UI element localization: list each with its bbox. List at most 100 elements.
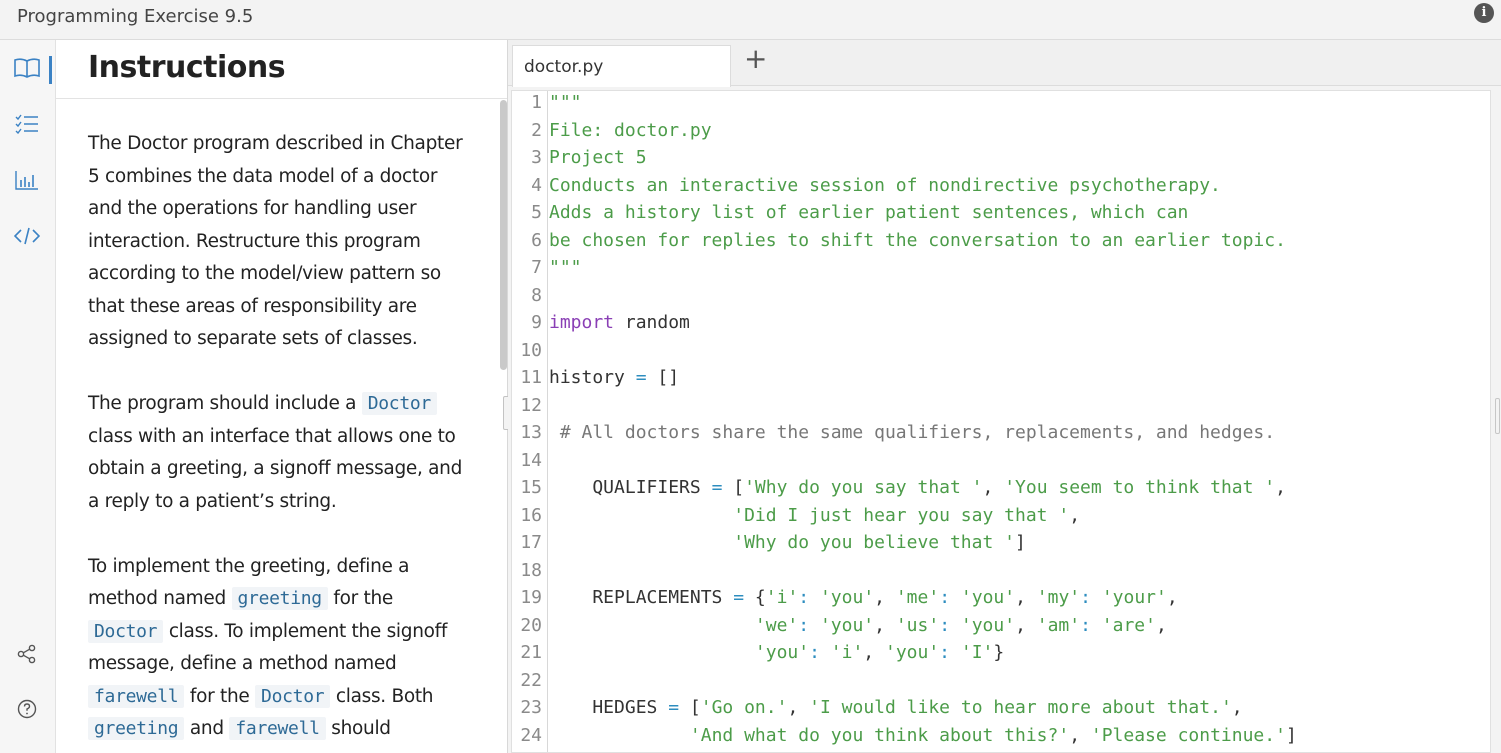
code-text: 'we': 'you', 'us': 'you', 'am': 'are', [549, 612, 1167, 640]
instructions-heading: Instructions [88, 50, 285, 85]
code-area[interactable]: 1"""2File: doctor.py3Project 54Conducts … [511, 90, 1491, 753]
code-line[interactable]: 15 QUALIFIERS = ['Why do you say that ',… [512, 474, 1491, 502]
line-number: 10 [512, 337, 542, 365]
inline-code: Doctor [255, 685, 330, 708]
code-line[interactable]: 18 [512, 557, 1491, 585]
code-line[interactable]: 5Adds a history list of earlier patient … [512, 199, 1491, 227]
line-number: 3 [512, 144, 542, 172]
line-number: 4 [512, 172, 542, 200]
bar-chart-icon[interactable] [0, 162, 54, 198]
code-text: QUALIFIERS = ['Why do you say that ', 'Y… [549, 474, 1286, 502]
code-line[interactable]: 11history = [] [512, 364, 1491, 392]
line-number: 18 [512, 557, 542, 585]
inline-code: farewell [88, 685, 184, 708]
code-line[interactable]: 14 [512, 447, 1491, 475]
line-number: 23 [512, 694, 542, 722]
code-text: 'Why do you believe that '] [549, 529, 1026, 557]
code-editor: doctor.py + 1"""2File: doctor.py3Project… [508, 40, 1501, 753]
code-icon[interactable] [0, 218, 54, 254]
line-number: 15 [512, 474, 542, 502]
code-line[interactable]: 2File: doctor.py [512, 117, 1491, 145]
inline-code: Doctor [362, 392, 437, 415]
paragraph-text: for the [184, 686, 255, 707]
code-line[interactable]: 8 [512, 282, 1491, 310]
window-title: Programming Exercise 9.5 [17, 6, 253, 27]
line-number: 2 [512, 117, 542, 145]
code-line[interactable]: 19 REPLACEMENTS = {'i': 'you', 'me': 'yo… [512, 584, 1491, 612]
code-line[interactable]: 24 'And what do you think about this?', … [512, 722, 1491, 750]
code-line[interactable]: 9import random [512, 309, 1491, 337]
instructions-scrollbar[interactable] [500, 100, 507, 370]
line-number: 20 [512, 612, 542, 640]
title-bar: Programming Exercise 9.5 i [0, 0, 1501, 40]
instructions-paragraph-2: The program should include a Doctor clas… [88, 388, 468, 518]
code-line[interactable]: 17 'Why do you believe that '] [512, 529, 1491, 557]
code-line[interactable]: 21 'you': 'i', 'you': 'I'} [512, 639, 1491, 667]
paragraph-text: and [184, 718, 229, 739]
code-text: """ [549, 254, 582, 282]
line-number: 11 [512, 364, 542, 392]
tab-doctor-py[interactable]: doctor.py [512, 45, 731, 87]
code-text: Project 5 [549, 144, 647, 172]
code-line[interactable]: 13 # All doctors share the same qualifie… [512, 419, 1491, 447]
code-line[interactable]: 1 """ [512, 90, 1491, 117]
line-number: 5 [512, 199, 542, 227]
instructions-panel: Instructions The Doctor program describe… [56, 40, 508, 753]
code-text: Conducts an interactive session of nondi… [549, 172, 1221, 200]
code-line[interactable]: 10 [512, 337, 1491, 365]
code-text: Adds a history list of earlier patient s… [549, 199, 1188, 227]
inline-code: greeting [88, 717, 184, 740]
paragraph-text: for the [328, 588, 393, 609]
instructions-paragraph-3: To implement the greeting, define a meth… [88, 551, 468, 746]
tab-label: doctor.py [524, 57, 603, 77]
code-text: import random [549, 309, 690, 337]
inline-code: farewell [229, 717, 325, 740]
line-number: 24 [512, 722, 542, 750]
line-number: 16 [512, 502, 542, 530]
code-text: be chosen for replies to shift the conve… [549, 227, 1286, 255]
info-icon[interactable]: i [1474, 3, 1494, 23]
instructions-paragraph-1: The Doctor program described in Chapter … [88, 128, 468, 356]
paragraph-text: class. Both [330, 686, 433, 707]
paragraph-text: class with an interface that allows one … [88, 426, 462, 512]
code-line[interactable]: 23 HEDGES = ['Go on.', 'I would like to … [512, 694, 1491, 722]
share-icon[interactable] [0, 636, 54, 672]
inline-code: Doctor [88, 620, 163, 643]
line-number: 21 [512, 639, 542, 667]
line-number: 17 [512, 529, 542, 557]
icon-rail [0, 40, 56, 753]
code-text: File: doctor.py [549, 117, 712, 145]
help-icon[interactable] [0, 691, 54, 727]
add-tab-button[interactable]: + [744, 46, 766, 72]
paragraph-text: The program should include a [88, 393, 362, 414]
code-line[interactable]: 7""" [512, 254, 1491, 282]
line-number: 14 [512, 447, 542, 475]
code-line[interactable]: 4Conducts an interactive session of nond… [512, 172, 1491, 200]
paragraph-text: should [326, 718, 391, 739]
code-text: # All doctors share the same qualifiers,… [549, 419, 1275, 447]
inline-code: greeting [232, 587, 328, 610]
code-line[interactable]: 20 'we': 'you', 'us': 'you', 'am': 'are'… [512, 612, 1491, 640]
code-line[interactable]: 16 'Did I just hear you say that ', [512, 502, 1491, 530]
line-number: 7 [512, 254, 542, 282]
code-text: REPLACEMENTS = {'i': 'you', 'me': 'you',… [549, 584, 1178, 612]
line-number: 1 [512, 90, 542, 117]
code-text: 'you': 'i', 'you': 'I'} [549, 639, 1004, 667]
code-text: 'And what do you think about this?', 'Pl… [549, 722, 1297, 750]
line-number: 22 [512, 667, 542, 695]
code-line[interactable]: 12 [512, 392, 1491, 420]
code-text: """ [549, 90, 582, 117]
code-line[interactable]: 6be chosen for replies to shift the conv… [512, 227, 1491, 255]
line-number: 8 [512, 282, 542, 310]
line-number: 12 [512, 392, 542, 420]
right-resize-handle[interactable] [1495, 398, 1500, 434]
paragraph-text: The Doctor program described in Chapter … [88, 133, 462, 349]
instructions-book-icon[interactable] [0, 50, 54, 86]
line-number: 9 [512, 309, 542, 337]
line-number: 6 [512, 227, 542, 255]
line-number: 19 [512, 584, 542, 612]
code-text: history = [] [549, 364, 679, 392]
code-line[interactable]: 3Project 5 [512, 144, 1491, 172]
checklist-icon[interactable] [0, 106, 54, 142]
code-line[interactable]: 22 [512, 667, 1491, 695]
